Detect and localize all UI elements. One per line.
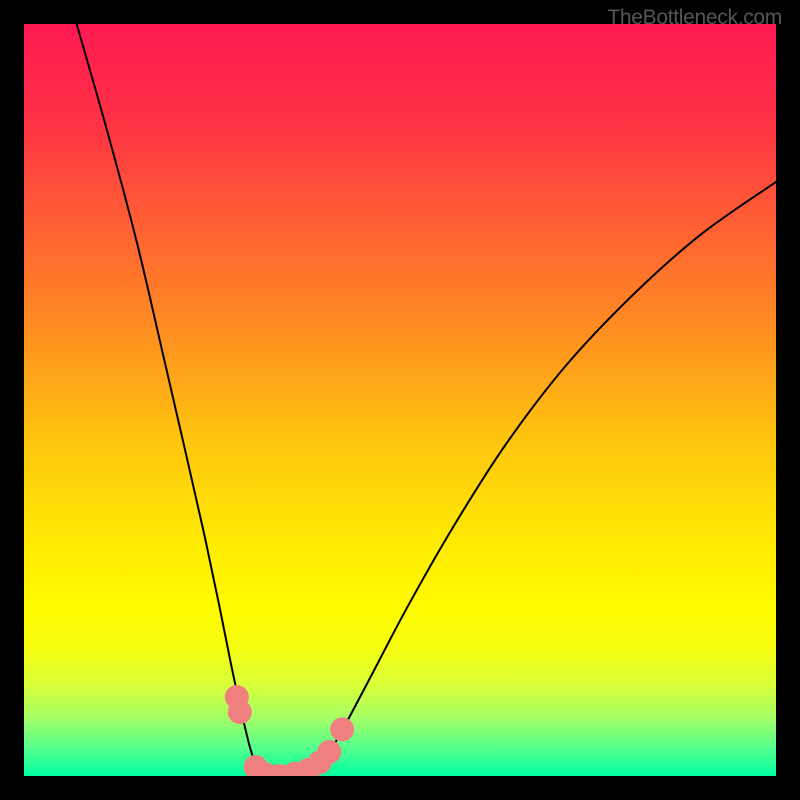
chart-plot	[24, 24, 776, 776]
marker-pink-markers-9	[330, 717, 354, 741]
watermark-text: TheBottleneck.com	[607, 6, 782, 30]
marker-pink-markers-1	[228, 700, 252, 724]
chart-background	[24, 24, 776, 776]
chart-svg	[24, 24, 776, 776]
marker-pink-markers-8	[317, 740, 341, 764]
